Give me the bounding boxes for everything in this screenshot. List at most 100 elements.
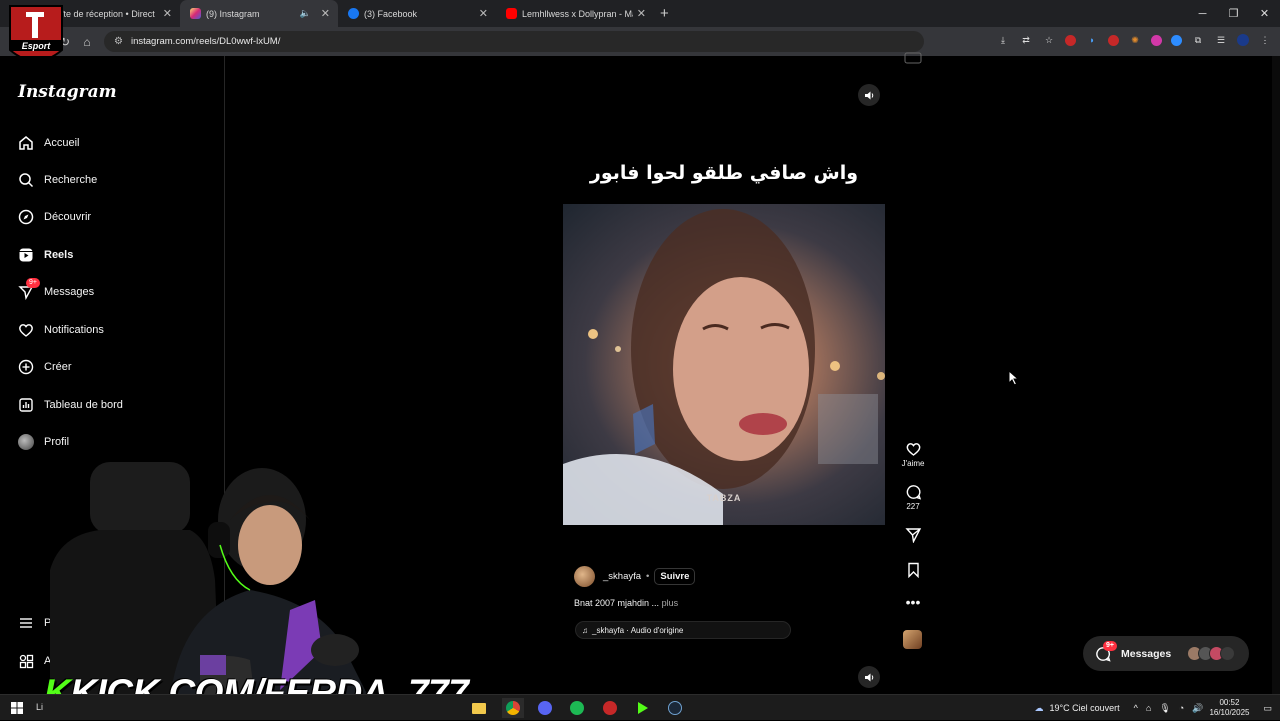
sidebar-item-notifications[interactable]: Notifications: [16, 318, 104, 342]
more-dots: [1220, 646, 1235, 661]
extension-icon[interactable]: [1108, 34, 1119, 46]
recent-contacts: [1187, 646, 1235, 661]
sidebar-item-label: Recherche: [44, 174, 98, 186]
video-frame-image: [563, 209, 885, 525]
heart-icon: [16, 320, 36, 340]
chrome-icon[interactable]: [502, 698, 524, 718]
clock-time: 00:52: [1219, 698, 1240, 707]
volume-icon[interactable]: 🔊: [1192, 703, 1203, 714]
page-scrollbar[interactable]: [1272, 56, 1280, 694]
network-icon[interactable]: ⌂: [1146, 703, 1151, 713]
share-button[interactable]: [898, 527, 928, 545]
sidebar-item-messages[interactable]: 9+ Messages: [16, 278, 95, 304]
close-icon[interactable]: ✕: [637, 7, 646, 20]
obs-icon[interactable]: [599, 698, 621, 718]
steam-icon[interactable]: [664, 698, 686, 718]
notification-center-icon[interactable]: ▭: [1263, 703, 1272, 714]
media-app-icon[interactable]: [632, 698, 654, 718]
search-icon: [16, 170, 36, 190]
sidebar-item-home[interactable]: Accueil: [16, 131, 79, 155]
audio-link[interactable]: ♫ _skhayfa · Audio d'origine: [575, 621, 791, 639]
more-options-icon[interactable]: •••: [898, 595, 928, 609]
bookmark-icon: [907, 562, 919, 578]
tab-facebook[interactable]: (3) Facebook ✕: [338, 0, 496, 27]
clock[interactable]: 00:52 16/10/2025: [1209, 698, 1249, 718]
sidebar-item-create[interactable]: Créer: [16, 355, 72, 379]
sidebar-item-dashboard[interactable]: Tableau de bord: [16, 393, 123, 417]
sidebar-item-label: Profil: [44, 436, 70, 448]
extensions-area: ⤓ ⇄ ☆ ◗ ✺ ⧉ ☰ ⋮: [996, 33, 1272, 47]
author-username[interactable]: _skhayfa: [603, 571, 641, 582]
extension-icon[interactable]: [1065, 34, 1076, 46]
plus-square-icon: [16, 357, 36, 377]
reel-author: _skhayfa • Suivre: [574, 566, 696, 587]
restore-button[interactable]: ❐: [1218, 7, 1249, 20]
taskbar-search[interactable]: Li: [36, 702, 43, 712]
reels-icon: [16, 245, 36, 265]
bookmark-star-icon[interactable]: ☆: [1042, 33, 1056, 47]
heart-icon: [906, 443, 920, 456]
instagram-icon: [190, 8, 201, 19]
extension-icon[interactable]: [1151, 34, 1162, 46]
sidebar-item-explore[interactable]: Découvrir: [16, 205, 91, 229]
profile-avatar[interactable]: [1237, 34, 1249, 46]
audio-thumbnail[interactable]: [903, 630, 922, 649]
dashboard-icon: [16, 395, 36, 415]
new-tab-button[interactable]: +: [660, 5, 669, 22]
extension-icon[interactable]: ✺: [1128, 33, 1142, 47]
send-icon: [904, 528, 921, 543]
more-link[interactable]: plus: [662, 598, 679, 608]
close-window-button[interactable]: ✕: [1249, 7, 1280, 20]
translate-icon[interactable]: ⇄: [1019, 33, 1033, 47]
discord-icon[interactable]: [534, 698, 556, 718]
music-note-icon: ♫: [582, 625, 588, 635]
weather-text[interactable]: 19°C Ciel couvert: [1050, 703, 1120, 713]
speaker-icon: [864, 673, 873, 681]
minimize-button[interactable]: ─: [1187, 8, 1218, 20]
sidebar-item-search[interactable]: Recherche: [16, 168, 97, 192]
camera-icon[interactable]: [904, 52, 922, 64]
sidebar-item-reels[interactable]: Reels: [16, 243, 73, 267]
extension-icon[interactable]: ◗: [1085, 33, 1099, 47]
extension-icon[interactable]: [1171, 34, 1182, 46]
puzzle-icon[interactable]: ⧉: [1191, 33, 1205, 47]
volume-button-next[interactable]: [858, 666, 880, 688]
like-button[interactable]: J'aime: [898, 441, 928, 468]
reel-caption: واش صافي طلقو لحوا فابور: [589, 162, 859, 184]
close-icon[interactable]: ✕: [163, 7, 172, 20]
instagram-logo[interactable]: Instagram: [18, 82, 117, 102]
wifi-icon[interactable]: ◔: [1179, 703, 1184, 713]
close-icon[interactable]: ✕: [321, 7, 330, 20]
messages-badge: 9+: [1103, 641, 1117, 651]
close-icon[interactable]: ✕: [479, 7, 488, 20]
site-info-icon[interactable]: ⚙: [114, 36, 123, 47]
windows-start-icon[interactable]: [6, 698, 28, 718]
spotify-icon[interactable]: [566, 698, 588, 718]
file-explorer-icon[interactable]: [468, 698, 490, 718]
tab-instagram[interactable]: (9) Instagram 🔈 ✕: [180, 0, 338, 27]
browser-toolbar: ← → ↻ ⌂ ⚙ instagram.com/reels/DL0wwf-lxU…: [0, 27, 1280, 56]
reading-list-icon[interactable]: ☰: [1214, 33, 1228, 47]
sidebar-item-label: Messages: [44, 286, 95, 298]
reel-video[interactable]: TABZA: [563, 204, 885, 525]
chevron-up-icon[interactable]: ^: [1134, 703, 1138, 713]
comment-button[interactable]: 227: [898, 484, 928, 511]
microphone-icon[interactable]: 🎙: [1159, 703, 1170, 714]
messages-label: Messages: [1121, 647, 1172, 660]
home-button[interactable]: ⌂: [76, 35, 98, 49]
mouse-cursor: [1008, 370, 1020, 386]
url-text: instagram.com/reels/DL0wwf-lxUM/: [130, 36, 281, 47]
messages-floating-button[interactable]: 9+ Messages: [1083, 636, 1249, 671]
menu-icon[interactable]: ⋮: [1258, 33, 1272, 47]
follow-button[interactable]: Suivre: [654, 568, 696, 585]
avatar: [16, 432, 36, 452]
tab-youtube[interactable]: Lemhllwess x Dollypran - Ma M ✕: [496, 0, 654, 27]
avatar[interactable]: [574, 566, 595, 587]
apps-icon: [16, 651, 36, 671]
volume-button[interactable]: [858, 84, 880, 106]
install-icon[interactable]: ⤓: [996, 33, 1010, 47]
video-watermark: TABZA: [706, 493, 742, 503]
address-bar[interactable]: ⚙ instagram.com/reels/DL0wwf-lxUM/: [104, 31, 924, 52]
save-button[interactable]: [898, 562, 928, 580]
speaker-icon[interactable]: 🔈: [300, 8, 311, 19]
